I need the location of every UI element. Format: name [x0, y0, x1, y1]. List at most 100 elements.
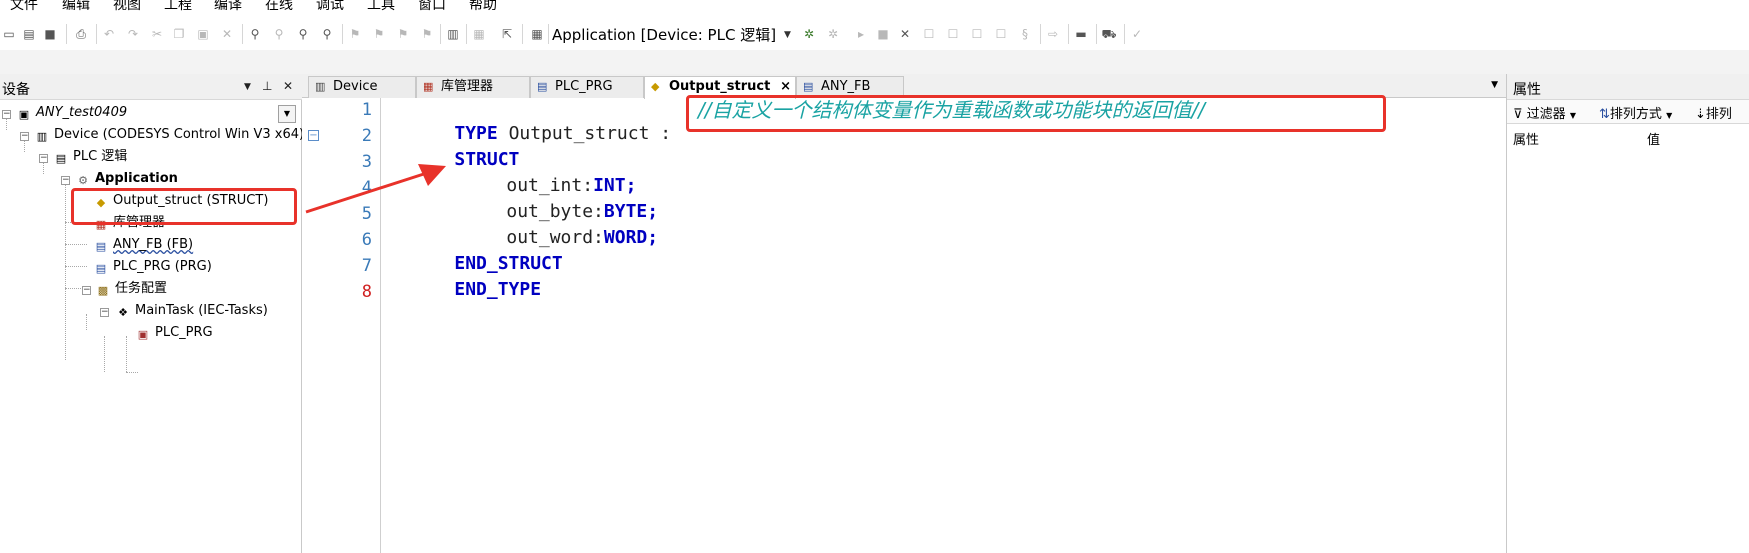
- tree-item-application[interactable]: ⚙ Application: [75, 168, 178, 190]
- annotation-highlight-tree-item: [71, 188, 297, 225]
- chevron-down-icon[interactable]: ▼: [1491, 80, 1498, 90]
- tree-item-main-task[interactable]: ❖ MainTask (IEC-Tasks): [115, 300, 268, 322]
- grid-icon[interactable]: ▦: [470, 25, 488, 43]
- force-values-icon[interactable]: ▬: [1072, 25, 1090, 43]
- menu-edit[interactable]: 编辑: [62, 0, 90, 14]
- tree-item-label: ANY_test0409: [36, 105, 128, 120]
- tree-item-device[interactable]: ▥ Device (CODESYS Control Win V3 x64): [34, 124, 304, 146]
- paste-icon[interactable]: ▣: [194, 25, 212, 43]
- active-application-combo[interactable]: Application [Device: PLC 逻辑]: [552, 24, 776, 46]
- bookmark-next-icon[interactable]: ⚑: [370, 25, 388, 43]
- bookmark-icon[interactable]: ⚑: [346, 25, 364, 43]
- cart-icon[interactable]: ⛟: [1100, 25, 1118, 43]
- undo-icon[interactable]: ↶: [100, 25, 118, 43]
- tab-label: 库管理器: [441, 79, 494, 94]
- sort-alpha-button[interactable]: ⇣排列: [1695, 103, 1732, 122]
- export-icon[interactable]: ⇱: [498, 25, 516, 43]
- expander-plc-logic[interactable]: −: [39, 154, 48, 163]
- line-number: 1: [361, 100, 372, 120]
- pou-icon: ▤: [537, 80, 548, 93]
- keyword: END_TYPE: [454, 279, 542, 300]
- check-icon[interactable]: ✓: [1128, 25, 1146, 43]
- close-icon[interactable]: ×: [780, 77, 791, 97]
- chevron-down-icon: ▼: [1569, 111, 1576, 120]
- filter-button[interactable]: ⊽ 过滤器 ▼: [1513, 103, 1576, 122]
- tree-item-label: Device (CODESYS Control Win V3 x64): [54, 127, 305, 142]
- bookmark-clear-icon[interactable]: ⚑: [418, 25, 436, 43]
- delete-icon[interactable]: ✕: [218, 25, 236, 43]
- menu-online[interactable]: 在线: [265, 0, 293, 14]
- properties-table-header: 属性 值: [1507, 126, 1749, 148]
- pou-icon: ▤: [95, 262, 107, 275]
- chevron-down-icon[interactable]: ▼: [784, 24, 791, 46]
- bookmark-prev-icon[interactable]: ⚑: [394, 25, 412, 43]
- new-file-icon[interactable]: ▭: [0, 25, 18, 43]
- sort-alpha-label: 排列: [1705, 107, 1732, 122]
- column-header-value[interactable]: 值: [1647, 129, 1660, 148]
- start-icon[interactable]: ▸: [852, 25, 870, 43]
- fold-toggle-icon[interactable]: −: [308, 130, 319, 141]
- menu-file[interactable]: 文件: [10, 0, 38, 14]
- tree-item-label: 任务配置: [115, 281, 168, 296]
- redo-icon[interactable]: ↷: [124, 25, 142, 43]
- device-icon: ▥: [315, 80, 326, 93]
- line-number: 2: [361, 126, 372, 146]
- menu-window[interactable]: 窗口: [418, 0, 446, 14]
- login-icon[interactable]: ✲: [800, 25, 818, 43]
- breakpoint-icon[interactable]: ☐: [920, 25, 938, 43]
- write-values-icon[interactable]: ⇨: [1044, 25, 1062, 43]
- find-next-icon[interactable]: ⚲: [294, 25, 312, 43]
- code-line-5: out_word:WORD;: [463, 202, 658, 248]
- tree-item-plc-prg[interactable]: ▤ PLC_PRG (PRG): [93, 256, 212, 278]
- expander-project[interactable]: −: [2, 110, 11, 119]
- pou-icon: ▤: [95, 240, 107, 253]
- open-folder-icon[interactable]: ▤: [20, 25, 38, 43]
- copy-icon[interactable]: ❐: [170, 25, 188, 43]
- tree-item-any-fb[interactable]: ▤ ANY_FB (FB): [93, 234, 193, 256]
- build-icon[interactable]: ▦: [528, 25, 546, 43]
- pin-icon[interactable]: ⊥: [262, 79, 272, 93]
- close-icon[interactable]: ✕: [283, 79, 293, 93]
- expander-main-task[interactable]: −: [100, 308, 109, 317]
- find-previous-icon[interactable]: ⚲: [318, 25, 336, 43]
- tab-plc-prg[interactable]: ▤ PLC_PRG: [530, 76, 644, 98]
- stop-icon[interactable]: ■: [874, 25, 892, 43]
- reset-icon[interactable]: ✕: [896, 25, 914, 43]
- expander-application[interactable]: −: [61, 176, 70, 185]
- sort-button[interactable]: ⇅排列方式 ▼: [1599, 103, 1672, 122]
- plc-logic-icon: ▤: [55, 152, 67, 165]
- task-icon: ❖: [118, 306, 128, 319]
- logout-icon[interactable]: ✲: [824, 25, 842, 43]
- keyword: WORD;: [603, 227, 659, 248]
- menu-project[interactable]: 工程: [164, 0, 192, 14]
- menu-build[interactable]: 编译: [214, 0, 242, 14]
- menu-debug[interactable]: 调试: [316, 0, 344, 14]
- tree-item-plc-logic[interactable]: ▤ PLC 逻辑: [53, 146, 128, 168]
- replace-icon[interactable]: ⚲: [270, 25, 288, 43]
- menu-tools[interactable]: 工具: [367, 0, 395, 14]
- line-number: 7: [361, 256, 372, 276]
- expander-task-config[interactable]: −: [82, 286, 91, 295]
- save-icon[interactable]: ■: [41, 25, 59, 43]
- menu-view[interactable]: 视图: [113, 0, 141, 14]
- find-icon[interactable]: ⚲: [246, 25, 264, 43]
- code-line-3: out_int:INT;: [463, 150, 636, 196]
- column-header-property[interactable]: 属性: [1513, 129, 1539, 148]
- sort-label: 排列方式: [1609, 107, 1662, 122]
- expander-device[interactable]: −: [20, 132, 29, 141]
- chevron-down-icon[interactable]: ▼: [244, 82, 251, 92]
- tab-device[interactable]: ▥ Device: [308, 76, 416, 98]
- run-to-cursor-icon[interactable]: §: [1016, 25, 1034, 43]
- tab-library-manager[interactable]: ▦ 库管理器: [416, 76, 530, 98]
- cut-icon[interactable]: ✂: [148, 25, 166, 43]
- tree-item-task-config[interactable]: ▩ 任务配置: [95, 278, 167, 300]
- print-icon[interactable]: ⎙: [72, 25, 90, 43]
- tree-item-program-call[interactable]: ▣ PLC_PRG: [135, 322, 213, 344]
- tree-item-project[interactable]: ▣ ANY_test0409: [16, 102, 127, 124]
- step-over-icon[interactable]: ☐: [944, 25, 962, 43]
- menu-help[interactable]: 帮助: [469, 0, 497, 14]
- step-out-icon[interactable]: ☐: [992, 25, 1010, 43]
- chevron-down-icon[interactable]: ▼: [278, 105, 296, 123]
- step-into-icon[interactable]: ☐: [968, 25, 986, 43]
- window-icon[interactable]: ▥: [444, 25, 462, 43]
